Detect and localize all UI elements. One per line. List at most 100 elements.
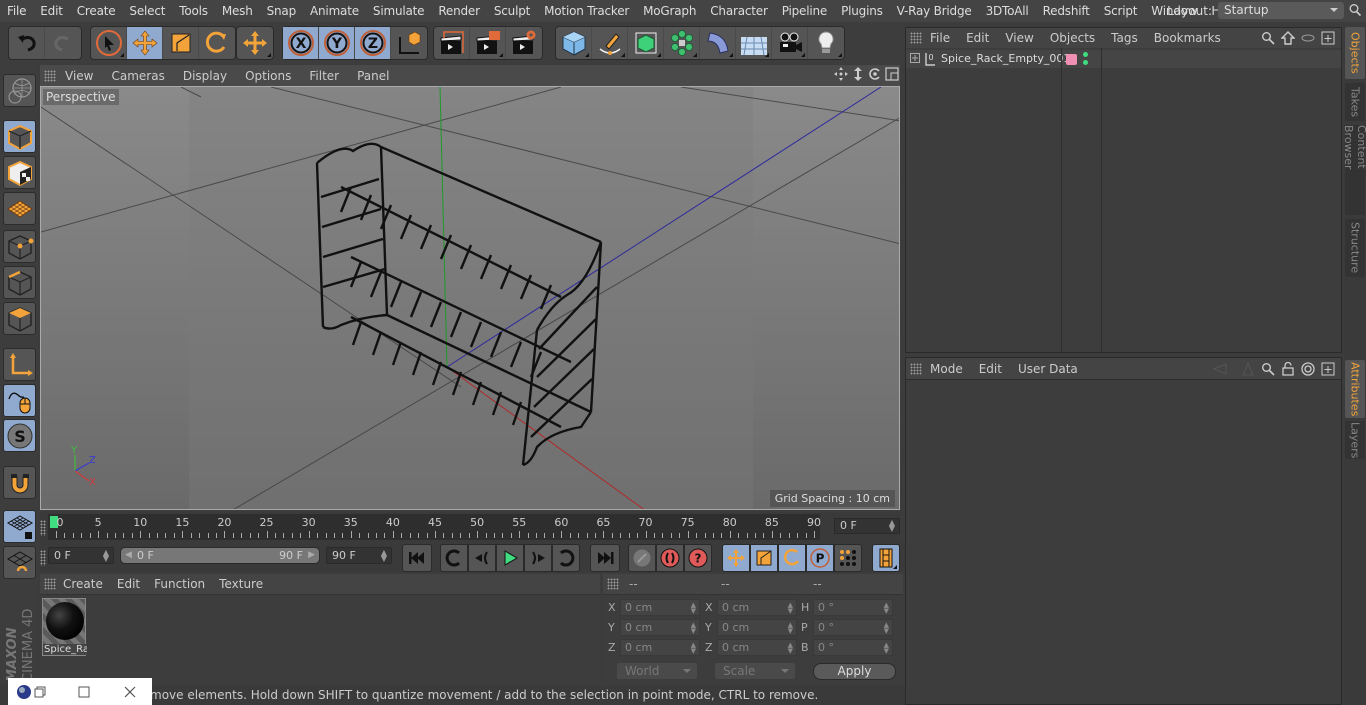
- deformer-button[interactable]: [700, 27, 736, 59]
- workplane-lock-button[interactable]: [3, 510, 36, 543]
- object-menu-objects[interactable]: Objects: [1042, 31, 1103, 45]
- filter-icon[interactable]: [1301, 31, 1315, 45]
- camera-button[interactable]: [772, 27, 808, 59]
- z-axis-button[interactable]: Z: [355, 27, 391, 59]
- spinner-arrows-icon[interactable]: ▲ ▼: [691, 602, 696, 615]
- live-selection-button[interactable]: [91, 27, 127, 59]
- render-picture-viewer-button[interactable]: [470, 27, 506, 59]
- spinner-arrows-icon[interactable]: ▲ ▼: [889, 519, 895, 533]
- material-menu-function[interactable]: Function: [147, 577, 212, 591]
- new-panel-icon[interactable]: [1321, 31, 1335, 45]
- object-menu-tags[interactable]: Tags: [1103, 31, 1146, 45]
- side-tab-structure[interactable]: Structure: [1345, 219, 1365, 277]
- material-menu-edit[interactable]: Edit: [110, 577, 147, 591]
- attribute-menu-user-data[interactable]: User Data: [1010, 362, 1086, 376]
- end-frame-field[interactable]: 90 F ▲ ▼: [326, 547, 392, 564]
- object-name[interactable]: Spice_Rack_Empty_001: [941, 52, 1070, 65]
- rotation-field[interactable]: 0 ° ▲ ▼: [813, 639, 893, 656]
- workplane-align-button[interactable]: [3, 546, 36, 579]
- key-position-button[interactable]: [722, 544, 750, 572]
- new-panel-icon[interactable]: [1321, 362, 1335, 376]
- panel-grip[interactable]: [44, 69, 56, 82]
- apply-button[interactable]: Apply: [813, 663, 896, 680]
- transport-grip[interactable]: [40, 550, 46, 566]
- menu-character[interactable]: Character: [703, 4, 774, 18]
- floor-button[interactable]: [736, 27, 772, 59]
- y-axis-button[interactable]: Y: [319, 27, 355, 59]
- panel-grip[interactable]: [910, 32, 922, 44]
- viewport-menu-display[interactable]: Display: [174, 69, 236, 83]
- side-tab-attributes[interactable]: Attributes: [1345, 360, 1365, 418]
- make-editable-button[interactable]: [3, 74, 36, 107]
- object-menu-view[interactable]: View: [997, 31, 1041, 45]
- menu-create[interactable]: Create: [70, 4, 123, 18]
- viewport-menu-options[interactable]: Options: [236, 69, 300, 83]
- key-pla-button[interactable]: [834, 544, 862, 572]
- attribute-menu-edit[interactable]: Edit: [971, 362, 1010, 376]
- spinner-arrows-icon[interactable]: ▲ ▼: [788, 642, 793, 655]
- cube-button[interactable]: [556, 27, 592, 59]
- render-view-button[interactable]: [434, 27, 470, 59]
- position-field[interactable]: 0 cm ▲ ▼: [620, 619, 700, 636]
- attribute-menu-mode[interactable]: Mode: [922, 362, 971, 376]
- goto-prev-key-button[interactable]: [440, 544, 468, 572]
- object-menu-file[interactable]: File: [922, 31, 958, 45]
- side-tab-layers[interactable]: Layers: [1345, 421, 1365, 459]
- back-arrow-icon[interactable]: [1205, 362, 1235, 376]
- prev-frame-button[interactable]: [468, 544, 496, 572]
- menu-select[interactable]: Select: [122, 4, 172, 18]
- move-button[interactable]: [127, 27, 163, 59]
- rotate-button[interactable]: [199, 27, 235, 59]
- menu-animate[interactable]: Animate: [303, 4, 366, 18]
- current-frame-field[interactable]: 0 F ▲ ▼: [834, 518, 900, 534]
- render-visibility-dot[interactable]: [1083, 60, 1088, 65]
- size-field[interactable]: 0 cm ▲ ▼: [717, 639, 797, 656]
- object-menu-bookmarks[interactable]: Bookmarks: [1146, 31, 1229, 45]
- panel-grip[interactable]: [607, 578, 619, 590]
- panel-grip[interactable]: [44, 578, 56, 590]
- size-field[interactable]: 0 cm ▲ ▼: [717, 619, 797, 636]
- redo-button[interactable]: [45, 27, 81, 59]
- menu-v-ray-bridge[interactable]: V-Ray Bridge: [890, 4, 979, 18]
- spinner-arrows-icon[interactable]: ▲ ▼: [884, 602, 889, 615]
- timeline-grip[interactable]: [40, 520, 46, 536]
- range-left-arrow-icon[interactable]: ◀: [125, 548, 132, 563]
- undo-button[interactable]: [9, 27, 45, 59]
- zoom-camera-icon[interactable]: [851, 67, 865, 81]
- side-tab-takes[interactable]: Takes: [1345, 83, 1365, 121]
- search-icon[interactable]: [1348, 3, 1362, 17]
- rotation-field[interactable]: 0 ° ▲ ▼: [813, 619, 893, 636]
- model-mode-button[interactable]: [3, 120, 36, 153]
- snap-button[interactable]: [3, 466, 36, 499]
- material-menu-texture[interactable]: Texture: [212, 577, 270, 591]
- material-swatch[interactable]: Spice_Ra: [42, 598, 87, 656]
- layer-color-swatch[interactable]: [1066, 54, 1077, 65]
- spinner-arrows-icon[interactable]: ▲ ▼: [884, 622, 889, 635]
- menu-sculpt[interactable]: Sculpt: [487, 4, 537, 18]
- menu-script[interactable]: Script: [1097, 4, 1145, 18]
- key-parameter-button[interactable]: P: [806, 544, 834, 572]
- timeline-window-button[interactable]: [872, 544, 900, 572]
- spinner-arrows-icon[interactable]: ▲ ▼: [788, 602, 793, 615]
- camera-label[interactable]: Perspective: [43, 89, 119, 105]
- light-button[interactable]: [808, 27, 844, 59]
- maximize-icon[interactable]: [78, 686, 90, 698]
- scale-button[interactable]: [163, 27, 199, 59]
- menu-redshift[interactable]: Redshift: [1036, 4, 1097, 18]
- goto-start-button[interactable]: [402, 544, 432, 572]
- x-axis-button[interactable]: X: [283, 27, 319, 59]
- layout-dropdown[interactable]: Startup: [1218, 2, 1344, 19]
- preview-range-slider[interactable]: ◀ 0 F 90 F ▶: [120, 547, 320, 564]
- coordinate-type-dropdown[interactable]: Scale: [715, 663, 795, 679]
- close-icon[interactable]: [124, 686, 136, 698]
- spinner-arrows-icon[interactable]: ▲ ▼: [884, 642, 889, 655]
- subdivision-surface-button[interactable]: [628, 27, 664, 59]
- menu-3dtoall[interactable]: 3DToAll: [979, 4, 1036, 18]
- spinner-arrows-icon[interactable]: ▲ ▼: [691, 642, 696, 655]
- spinner-arrows-icon[interactable]: ▲ ▼: [381, 549, 387, 563]
- axis-mode-button[interactable]: [3, 348, 36, 381]
- texture-mode-button[interactable]: [3, 156, 36, 189]
- orbit-icon[interactable]: [868, 67, 882, 81]
- key-rotation-button[interactable]: [778, 544, 806, 572]
- side-tab-content-browser[interactable]: Content Browser: [1342, 125, 1366, 215]
